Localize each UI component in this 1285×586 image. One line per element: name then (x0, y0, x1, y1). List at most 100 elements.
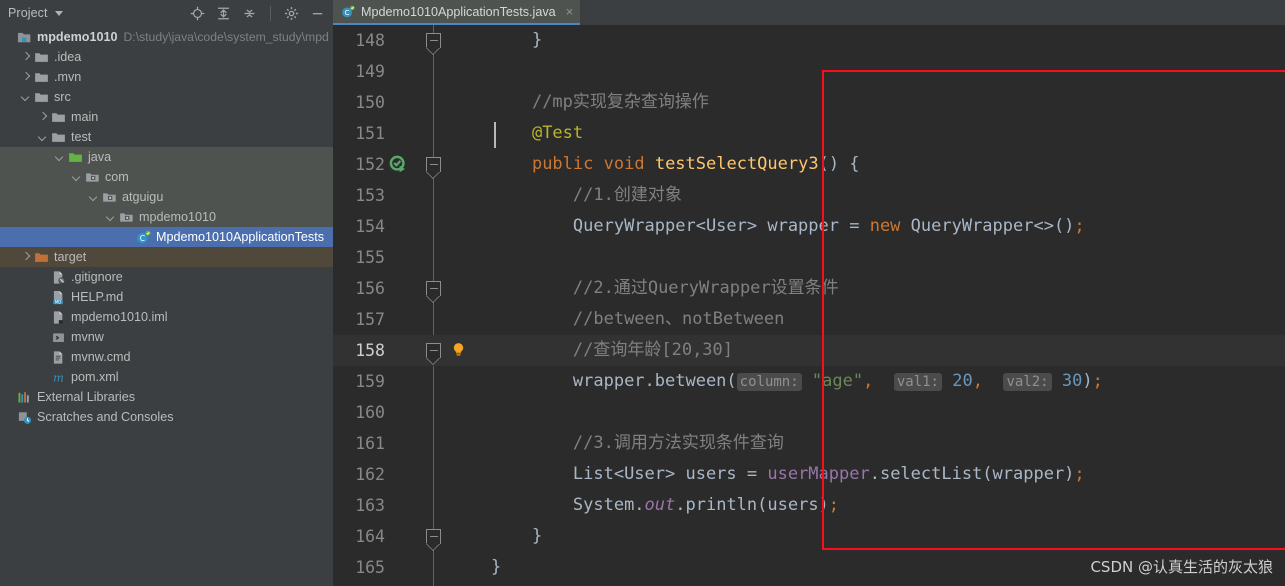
code-line[interactable]: 150 //mp实现复杂查询操作 (333, 87, 1285, 118)
tree-item-label: Scratches and Consoles (37, 409, 174, 424)
tree-item-mpdemo1010applicationtests[interactable]: C Mpdemo1010ApplicationTests (0, 227, 333, 247)
code-line[interactable]: 153 //1.创建对象 (333, 180, 1285, 211)
fold-marker-icon[interactable] (426, 529, 441, 544)
tree-item-idea[interactable]: .idea (0, 47, 333, 67)
tree-item-external-libraries[interactable]: External Libraries (0, 387, 333, 407)
project-module-icon (17, 32, 31, 42)
fold-marker-icon[interactable] (426, 33, 441, 48)
tree-item-label: mvnw.cmd (71, 349, 131, 364)
tree-item-mvnw-cmd[interactable]: mvnw.cmd (0, 347, 333, 367)
chevron-right-icon[interactable] (21, 52, 32, 63)
project-path: D:\study\java\code\system_study\mpd (123, 30, 329, 44)
tree-item-label: .gitignore (71, 269, 123, 284)
code-text: //2.通过QueryWrapper设置条件 (572, 278, 839, 298)
text-caret (494, 122, 496, 148)
idea-window: Project mpdemo1010 D:\study\java\code\sy… (0, 0, 1285, 586)
code-line[interactable]: 156 //2.通过QueryWrapper设置条件 (333, 273, 1285, 304)
tree-item-java[interactable]: java (0, 147, 333, 167)
code-line[interactable]: 155 (333, 242, 1285, 273)
tree-item-pom-xml[interactable]: m pom.xml (0, 367, 333, 387)
chevron-down-icon[interactable] (72, 172, 83, 183)
tree-item-scratches-and-consoles[interactable]: Scratches and Consoles (0, 407, 333, 427)
fold-marker-icon[interactable] (426, 343, 441, 358)
tree-item-mvnw[interactable]: mvnw (0, 327, 333, 347)
tree-item-gitignore[interactable]: .gitignore (0, 267, 333, 287)
project-toolbar (190, 5, 327, 21)
code-text: } (531, 526, 543, 546)
tree-item-main[interactable]: main (0, 107, 333, 127)
chevron-down-icon[interactable] (89, 192, 100, 203)
tree-item-label: External Libraries (37, 389, 135, 404)
java-test-class-icon: C (137, 230, 151, 243)
code-line[interactable]: 157 //between、notBetween (333, 304, 1285, 335)
line-number: 163 (355, 496, 385, 515)
code-line[interactable]: 159 wrapper.between(column: "age", val1:… (333, 366, 1285, 397)
tree-item-test[interactable]: test (0, 127, 333, 147)
code-text: QueryWrapper<User> wrapper = new QueryWr… (572, 216, 1085, 236)
code-line[interactable]: 154 QueryWrapper<User> wrapper = new Que… (333, 211, 1285, 242)
tree-item-com[interactable]: com (0, 167, 333, 187)
toolbar-separator (270, 5, 271, 21)
tree-item-atguigu[interactable]: atguigu (0, 187, 333, 207)
tree-item-target[interactable]: target (0, 247, 333, 267)
chevron-down-icon[interactable] (38, 132, 49, 143)
code-line[interactable]: 152 public void testSelectQuery3() { (333, 149, 1285, 180)
tree-item-mvn[interactable]: .mvn (0, 67, 333, 87)
tool-window-title[interactable]: Project (8, 6, 48, 20)
line-number: 162 (355, 465, 385, 484)
intention-bulb-icon[interactable] (450, 341, 467, 358)
collapse-all-icon[interactable] (242, 6, 257, 21)
expand-all-icon[interactable] (216, 6, 231, 21)
code-text: //查询年龄[20,30] (572, 340, 734, 360)
watermark-text: CSDN @认真生活的灰太狼 (1090, 558, 1273, 576)
chevron-right-icon[interactable] (21, 252, 32, 263)
chevron-down-icon[interactable] (21, 92, 32, 103)
code-text: //between、notBetween (572, 309, 785, 329)
code-line[interactable]: 151 @Test (333, 118, 1285, 149)
code-line[interactable]: 149 (333, 56, 1285, 87)
code-line[interactable]: 163 System.out.println(users); (333, 490, 1285, 521)
java-test-class-icon: C (342, 5, 355, 17)
tree-item-help-md[interactable]: MD HELP.md (0, 287, 333, 307)
fold-marker-icon[interactable] (426, 157, 441, 172)
shell-script-icon (53, 332, 64, 342)
editor-area: C Mpdemo1010ApplicationTests.java × 148 … (333, 0, 1285, 586)
chevron-right-icon[interactable] (38, 112, 49, 123)
code-view[interactable]: 148 } 149 150 //mp实现复杂查询操作 151 @Test 152 pub… (333, 25, 1285, 586)
run-test-icon[interactable] (389, 155, 408, 174)
tree-item-mpdemo1010[interactable]: mpdemo1010 (0, 207, 333, 227)
line-number: 164 (355, 527, 385, 546)
maven-pom-icon: m (53, 371, 64, 384)
line-number: 160 (355, 403, 385, 422)
svg-text:C: C (345, 9, 350, 17)
gear-icon[interactable] (284, 6, 299, 21)
chevron-down-icon[interactable] (55, 152, 66, 163)
code-line[interactable]: 162 List<User> users = userMapper.select… (333, 459, 1285, 490)
code-line[interactable]: 158 //查询年龄[20,30] (333, 335, 1285, 366)
locate-icon[interactable] (190, 6, 205, 21)
line-number: 151 (355, 124, 385, 143)
editor-tab[interactable]: C Mpdemo1010ApplicationTests.java × (333, 0, 581, 25)
tab-title: Mpdemo1010ApplicationTests.java (361, 4, 556, 19)
code-line[interactable]: 164 } (333, 521, 1285, 552)
tree-item-src[interactable]: src (0, 87, 333, 107)
package-icon (86, 172, 99, 182)
minimize-icon[interactable] (310, 6, 325, 21)
close-icon[interactable]: × (566, 5, 574, 18)
chevron-down-icon[interactable] (54, 10, 63, 16)
code-line[interactable]: 161 //3.调用方法实现条件查询 (333, 428, 1285, 459)
code-line[interactable]: 160 (333, 397, 1285, 428)
chevron-right-icon[interactable] (21, 72, 32, 83)
tree-item-mpdemo1010[interactable]: mpdemo1010 D:\study\java\code\system_stud… (0, 27, 333, 47)
code-line[interactable]: 148 } (333, 25, 1285, 56)
chevron-down-icon[interactable] (106, 212, 117, 223)
libraries-icon (18, 391, 29, 403)
tree-item-label: pom.xml (71, 369, 119, 384)
svg-text:C: C (140, 233, 145, 242)
project-tree[interactable]: mpdemo1010 D:\study\java\code\system_stud… (0, 26, 333, 586)
folder-icon (35, 72, 48, 82)
tree-item-mpdemo1010-iml[interactable]: mpdemo1010.iml (0, 307, 333, 327)
fold-marker-icon[interactable] (426, 281, 441, 296)
